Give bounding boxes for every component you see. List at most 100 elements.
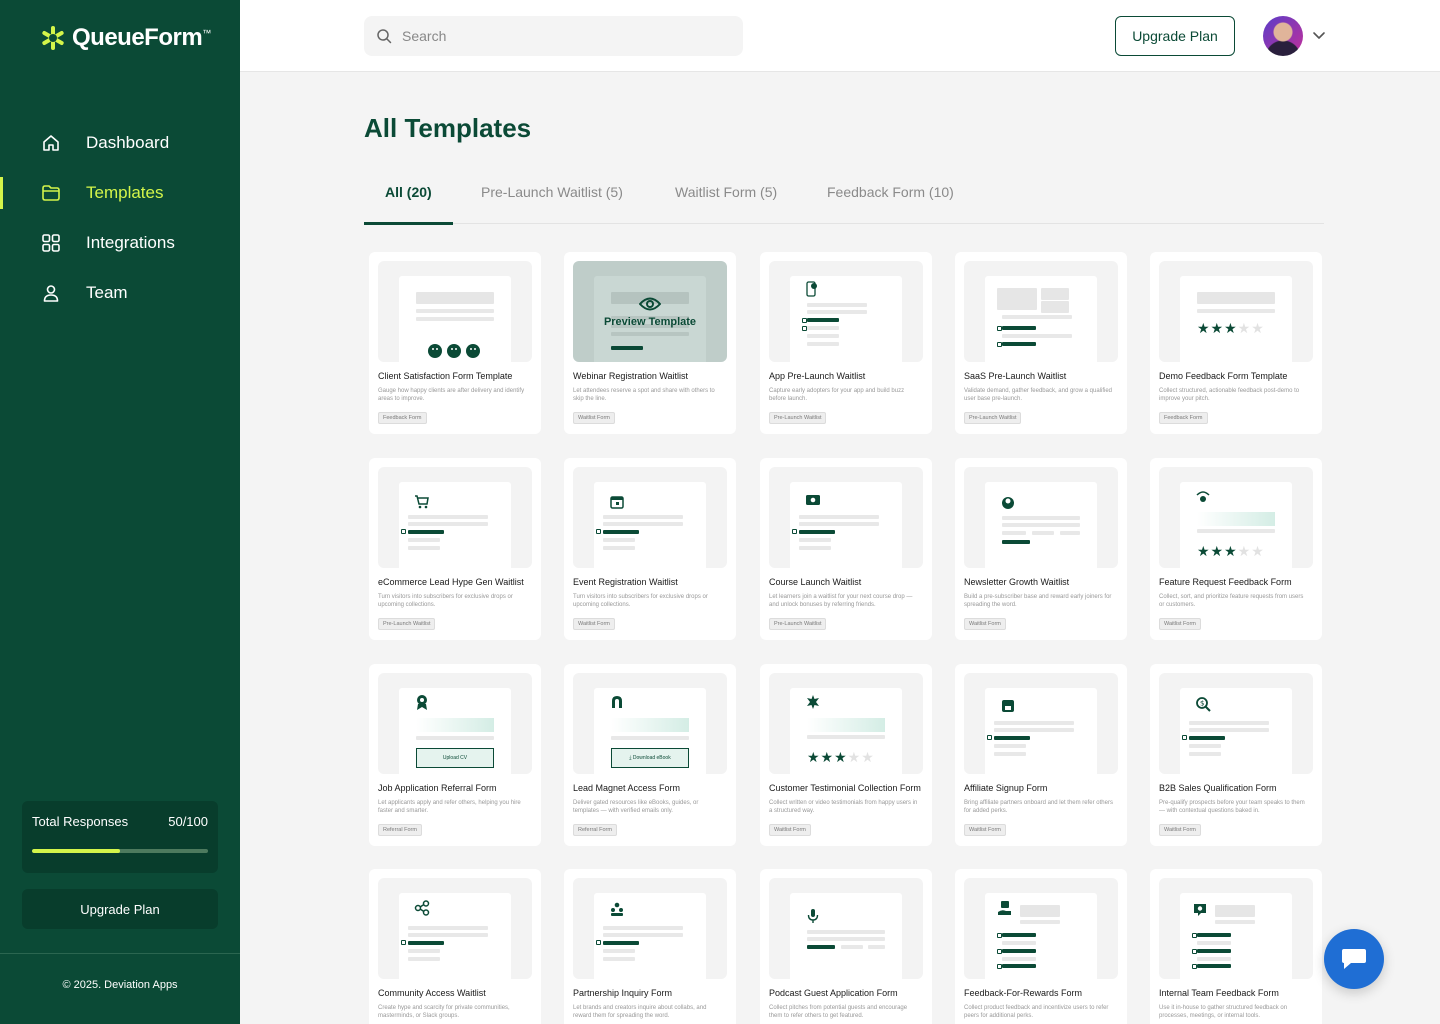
template-tag: Pre-Launch Waitlist (378, 618, 436, 630)
template-tag: Pre-Launch Waitlist (769, 618, 827, 630)
sidebar-item-templates[interactable]: Templates (0, 168, 240, 218)
search-icon (377, 29, 392, 44)
template-card[interactable]: App Pre-Launch Waitlist Capture early ad… (760, 252, 932, 434)
eye-icon (639, 297, 661, 310)
template-card[interactable]: Podcast Guest Application Form Collect p… (760, 869, 932, 1024)
template-title: App Pre-Launch Waitlist (769, 371, 866, 381)
preview-overlay[interactable]: Preview Template (573, 261, 727, 362)
rating-stars: ★★★★★ (1197, 320, 1265, 336)
search-input[interactable] (402, 28, 722, 44)
template-thumbnail[interactable] (964, 261, 1118, 362)
template-thumbnail[interactable] (573, 467, 727, 568)
tab-all[interactable]: All (20) (364, 160, 453, 225)
calendar-icon (610, 496, 624, 509)
top-header: Upgrade Plan (240, 0, 1440, 72)
sidebar-item-integrations[interactable]: Integrations (0, 218, 240, 268)
feature-request-icon (1196, 491, 1210, 502)
chat-button[interactable] (1324, 929, 1384, 989)
template-card[interactable]: ★★★★★ Feature Request Feedback Form Coll… (1150, 458, 1322, 640)
template-tag: Pre-Launch Waitlist (769, 412, 827, 424)
store-icon (1002, 700, 1014, 712)
logo-asterisk-icon (42, 26, 64, 50)
preview-template-label: Preview Template (603, 315, 697, 328)
sidebar-upgrade-button[interactable]: Upgrade Plan (22, 889, 218, 929)
template-description: Validate demand, gather feedback, and gr… (964, 388, 1112, 402)
template-description: Capture early adopters for your app and … (769, 388, 905, 402)
sidebar-item-dashboard[interactable]: Dashboard (0, 118, 240, 168)
template-card[interactable]: ★★★★★ Customer Testimonial Collection Fo… (760, 664, 932, 846)
template-card[interactable]: Newsletter Growth Waitlist Build a pre-s… (955, 458, 1127, 640)
tab-pre-launch-waitlist[interactable]: Pre-Launch Waitlist (5) (460, 160, 644, 224)
template-thumbnail[interactable] (769, 261, 923, 362)
tab-waitlist-form[interactable]: Waitlist Form (5) (654, 160, 798, 224)
total-responses-label: Total Responses (32, 814, 129, 829)
template-card[interactable]: Client Satisfaction Form Template Gauge … (369, 252, 541, 434)
team-icon (611, 902, 623, 916)
template-thumbnail[interactable]: ★★★★★ (1159, 261, 1313, 362)
template-thumbnail[interactable] (378, 467, 532, 568)
search-dollar-icon: $ (1196, 697, 1211, 712)
template-thumbnail[interactable]: ⤓ Download eBook (573, 673, 727, 774)
sidebar-item-label: Dashboard (86, 133, 170, 152)
microphone-icon (807, 909, 819, 923)
template-thumbnail[interactable]: Upload CV (378, 673, 532, 774)
template-card[interactable]: Course Launch Waitlist Let learners join… (760, 458, 932, 640)
sidebar-item-team[interactable]: Team (0, 268, 240, 318)
template-title: Webinar Registration Waitlist (573, 371, 689, 381)
header-upgrade-button[interactable]: Upgrade Plan (1115, 16, 1235, 56)
template-card[interactable]: SaaS Pre-Launch Waitlist Validate demand… (955, 252, 1127, 434)
newsletter-icon (1002, 497, 1014, 509)
template-tag: Referral Form (573, 824, 617, 836)
template-thumbnail[interactable] (964, 673, 1118, 774)
template-card[interactable]: Event Registration Waitlist Turn visitor… (564, 458, 736, 640)
download-ebook-box: ⤓ Download eBook (611, 748, 689, 768)
template-tag: Waitlist Form (964, 824, 1006, 836)
template-card[interactable]: Partnership Inquiry Form Let brands and … (564, 869, 736, 1024)
template-description: Turn visitors into subscribers for exclu… (378, 594, 513, 608)
logo[interactable]: QueueForm™ (40, 24, 211, 52)
template-card[interactable]: Upload CV Job Application Referral Form … (369, 664, 541, 846)
template-card[interactable]: Preview Template Webinar Registration Wa… (564, 252, 736, 434)
template-thumbnail[interactable] (378, 878, 532, 979)
phone-icon (806, 281, 817, 297)
template-description: Bring affiliate partners onboard and let… (964, 800, 1113, 814)
template-description: Collect pitches from potential guests an… (769, 1005, 908, 1019)
sidebar-item-label: Team (86, 283, 128, 302)
chevron-down-icon[interactable] (1312, 28, 1326, 42)
template-thumbnail[interactable]: ★★★★★ (1159, 467, 1313, 568)
template-thumbnail[interactable] (964, 467, 1118, 568)
template-card[interactable]: Community Access Waitlist Create hype an… (369, 869, 541, 1024)
user-icon (40, 282, 62, 304)
tab-feedback-form[interactable]: Feedback Form (10) (806, 160, 975, 224)
template-tag: Waitlist Form (573, 618, 615, 630)
template-thumbnail[interactable] (573, 878, 727, 979)
template-title: eCommerce Lead Hype Gen Waitlist (378, 577, 524, 587)
template-description: Let learners join a waitlist for your ne… (769, 594, 913, 608)
template-description: Gauge how happy clients are after delive… (378, 388, 525, 402)
responses-progress-fill (32, 849, 120, 853)
responses-progress-bar (32, 849, 208, 853)
template-card[interactable]: ⤓ Download eBook Lead Magnet Access Form… (564, 664, 736, 846)
template-card[interactable]: ★★★★★ Demo Feedback Form Template Collec… (1150, 252, 1322, 434)
template-description: Turn visitors into subscribers for exclu… (573, 594, 708, 608)
template-card[interactable]: eCommerce Lead Hype Gen Waitlist Turn vi… (369, 458, 541, 640)
template-thumbnail[interactable] (964, 878, 1118, 979)
template-thumbnail[interactable] (769, 878, 923, 979)
template-thumbnail[interactable]: $ (1159, 673, 1313, 774)
template-tag: Waitlist Form (1159, 824, 1201, 836)
template-card[interactable]: Feedback-For-Rewards Form Collect produc… (955, 869, 1127, 1024)
template-thumbnail[interactable]: Preview Template (573, 261, 727, 362)
template-thumbnail[interactable] (378, 261, 532, 362)
template-title: Job Application Referral Form (378, 783, 497, 793)
template-card[interactable]: Affiliate Signup Form Bring affiliate pa… (955, 664, 1127, 846)
avatar[interactable] (1263, 16, 1303, 56)
template-card[interactable]: Internal Team Feedback Form Use it in-ho… (1150, 869, 1322, 1024)
template-thumbnail[interactable]: ★★★★★ (769, 673, 923, 774)
template-thumbnail[interactable] (769, 467, 923, 568)
search-box[interactable] (364, 16, 743, 56)
template-thumbnail[interactable] (1159, 878, 1313, 979)
template-tag: Waitlist Form (964, 618, 1006, 630)
upload-cv-box: Upload CV (416, 748, 494, 768)
template-title: Community Access Waitlist (378, 988, 486, 998)
template-card[interactable]: $ B2B Sales Qualification Form Pre-quali… (1150, 664, 1322, 846)
